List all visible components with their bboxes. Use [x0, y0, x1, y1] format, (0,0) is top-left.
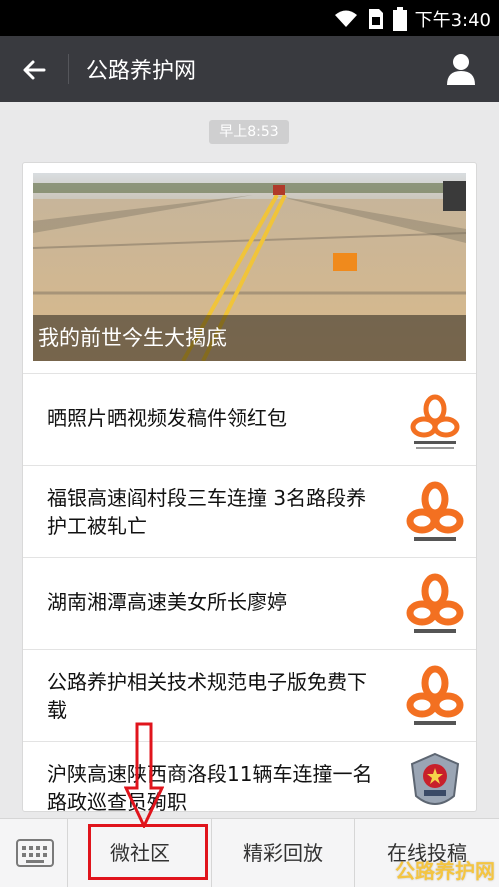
menu-item-replay[interactable]: 精彩回放 [212, 819, 355, 887]
highlight-box-annotation [88, 824, 208, 880]
nav-bar: 公路养护网 [0, 36, 499, 102]
article-card[interactable]: 我的前世今生大揭底 晒照片晒视频发稿件领红包 福银高速阎村段三车连撞 3名路段养… [22, 162, 477, 812]
status-icons: 下午3:40 [333, 6, 491, 32]
article-item[interactable]: 沪陕高速陕西商洛段11辆车连撞一名路政巡查员殉职 [23, 741, 476, 812]
status-time: 下午3:40 [414, 10, 491, 31]
battery-icon [392, 7, 407, 31]
article-title: 福银高速阎村段三车连撞 3名路段养护工被轧亡 [47, 486, 367, 538]
article-item[interactable]: 湖南湘潭高速美女所长廖婷 [23, 557, 476, 649]
article-title: 湖南湘潭高速美女所长廖婷 [47, 590, 287, 614]
logo-thumbnail-icon [402, 479, 468, 545]
article-item[interactable]: 公路养护相关技术规范电子版免费下载 [23, 649, 476, 741]
article-title: 公路养护相关技术规范电子版免费下载 [47, 670, 367, 722]
logo-thumbnail-icon [402, 571, 468, 637]
logo-thumbnail-icon [402, 663, 468, 729]
status-bar: 下午3:40 [0, 0, 499, 36]
article-title: 晒照片晒视频发稿件领红包 [47, 406, 287, 430]
back-arrow-icon[interactable] [18, 54, 50, 86]
nav-divider [68, 54, 69, 84]
keyboard-toggle-button[interactable] [0, 819, 68, 887]
police-emblem-icon [402, 750, 468, 811]
hero-caption: 我的前世今生大揭底 [33, 315, 466, 361]
watermark: 公路养护网 [395, 859, 495, 883]
message-timestamp: 早上8:53 [209, 120, 289, 144]
article-item[interactable]: 晒照片晒视频发稿件领红包 [23, 373, 476, 465]
wifi-icon [334, 10, 357, 27]
logo-thumbnail-icon [402, 387, 468, 453]
article-title: 沪陕高速陕西商洛段11辆车连撞一名路政巡查员殉职 [47, 762, 373, 812]
sim-icon [368, 9, 383, 29]
keyboard-icon [16, 839, 54, 867]
hero-article[interactable]: 我的前世今生大揭底 [33, 173, 466, 361]
article-item[interactable]: 福银高速阎村段三车连撞 3名路段养护工被轧亡 [23, 465, 476, 557]
profile-icon[interactable] [445, 52, 477, 86]
page-title: 公路养护网 [86, 59, 197, 84]
red-arrow-annotation [124, 722, 164, 828]
